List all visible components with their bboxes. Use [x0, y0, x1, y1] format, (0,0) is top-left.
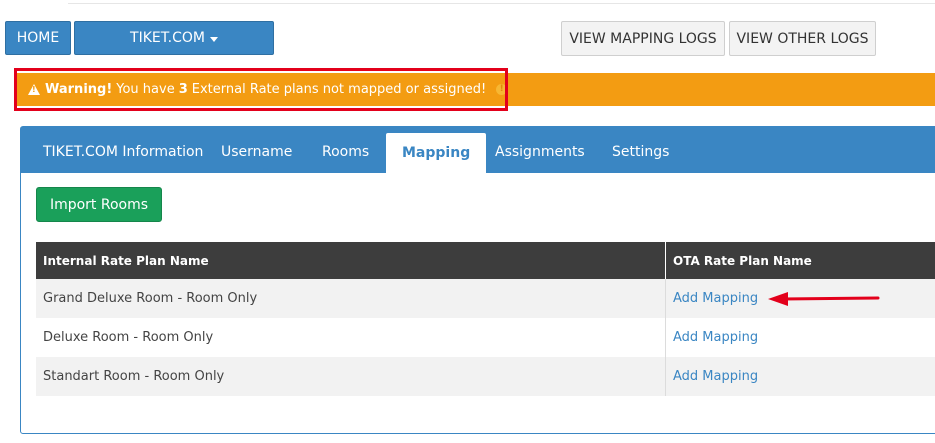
view-mapping-logs-button[interactable]: VIEW MAPPING LOGS	[561, 21, 725, 56]
import-rooms-label: Import Rooms	[49, 196, 149, 213]
top-divider	[68, 3, 935, 4]
tab-settings[interactable]: Settings	[612, 127, 669, 173]
warning-triangle-icon	[28, 84, 40, 95]
home-button[interactable]: HOME	[5, 21, 71, 55]
info-icon[interactable]: !	[496, 84, 508, 95]
table-row: Standart Room - Room Only Add Mapping	[36, 357, 935, 396]
add-mapping-link[interactable]: Add Mapping	[673, 369, 758, 384]
table-header-row: Internal Rate Plan Name OTA Rate Plan Na…	[36, 242, 935, 279]
warning-prefix: Warning!	[45, 82, 113, 97]
ota-dropdown-button[interactable]: TIKET.COM	[74, 21, 274, 55]
warning-count: 3	[178, 82, 188, 97]
import-rooms-button[interactable]: Import Rooms	[36, 187, 162, 222]
view-other-logs-label: VIEW OTHER LOGS	[736, 30, 869, 47]
table-row: Grand Deluxe Room - Room Only Add Mappin…	[36, 279, 935, 318]
internal-rate-plan-name: Standart Room - Room Only	[36, 357, 666, 396]
tab-mapping[interactable]: Mapping	[386, 133, 487, 173]
tab-username[interactable]: Username	[221, 127, 292, 173]
internal-rate-plan-name: Grand Deluxe Room - Room Only	[36, 279, 666, 318]
add-mapping-link[interactable]: Add Mapping	[673, 291, 758, 306]
column-header-internal: Internal Rate Plan Name	[36, 242, 666, 279]
internal-rate-plan-name: Deluxe Room - Room Only	[36, 318, 666, 357]
ota-rate-plan-cell: Add Mapping	[665, 318, 935, 357]
ota-settings-panel: TIKET.COM Information Username Rooms Map…	[20, 126, 935, 434]
ota-rate-plan-cell: Add Mapping	[665, 357, 935, 396]
ota-rate-plan-cell: Add Mapping	[665, 279, 935, 318]
ota-dropdown-label: TIKET.COM	[130, 30, 205, 46]
tab-rooms[interactable]: Rooms	[322, 127, 369, 173]
warning-text-after: External Rate plans not mapped or assign…	[191, 82, 487, 97]
warning-alert: Warning! You have 3 External Rate plans …	[14, 73, 935, 106]
rate-plan-mapping-table: Internal Rate Plan Name OTA Rate Plan Na…	[36, 242, 935, 396]
view-other-logs-button[interactable]: VIEW OTHER LOGS	[729, 21, 876, 56]
add-mapping-link[interactable]: Add Mapping	[673, 330, 758, 345]
caret-down-icon	[209, 36, 218, 42]
tab-tiket-information[interactable]: TIKET.COM Information	[43, 127, 203, 173]
home-button-label: HOME	[16, 30, 60, 46]
tab-assignments[interactable]: Assignments	[495, 127, 585, 173]
column-header-ota: OTA Rate Plan Name	[665, 242, 935, 279]
tab-bar: TIKET.COM Information Username Rooms Map…	[21, 127, 935, 173]
view-mapping-logs-label: VIEW MAPPING LOGS	[569, 30, 717, 47]
table-row: Deluxe Room - Room Only Add Mapping	[36, 318, 935, 357]
warning-text-before: You have	[116, 82, 175, 97]
